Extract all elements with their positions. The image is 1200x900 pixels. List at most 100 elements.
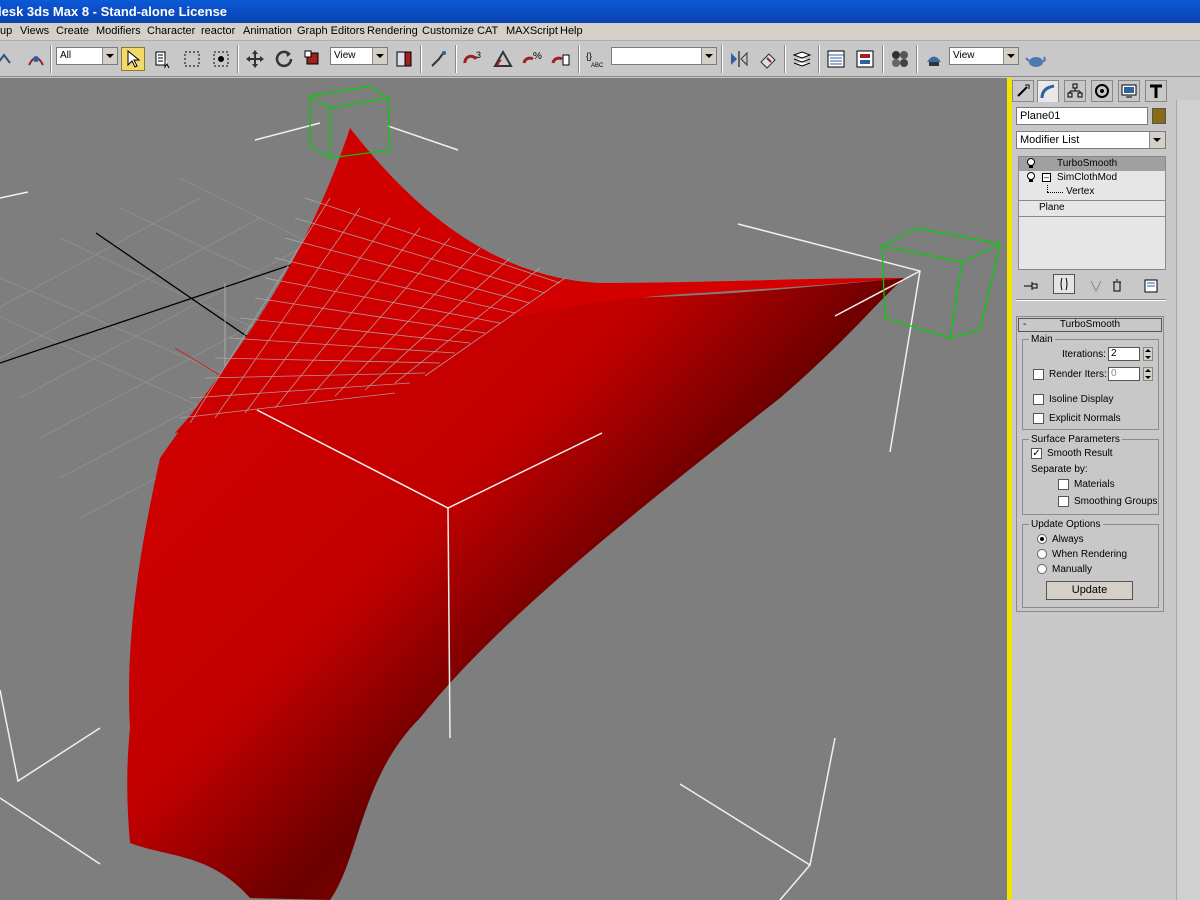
create-tab-icon[interactable] — [1012, 80, 1034, 102]
isoline-display-checkbox[interactable] — [1033, 394, 1044, 405]
menu-views[interactable]: Views — [20, 25, 49, 37]
svg-text:{}: {} — [586, 51, 592, 61]
show-end-result-icon[interactable] — [1053, 274, 1075, 294]
object-name-field[interactable]: Plane01 — [1016, 107, 1148, 125]
select-by-name-button[interactable] — [151, 47, 175, 71]
configure-modifier-sets-icon[interactable] — [1140, 276, 1162, 296]
render-type-dropdown[interactable]: View — [949, 47, 1019, 65]
render-iters-input[interactable]: 0 — [1108, 367, 1140, 381]
chevron-down-icon — [1003, 48, 1018, 64]
snaps-toggle-icon[interactable]: 3 — [461, 47, 485, 71]
manually-radio[interactable] — [1037, 564, 1047, 574]
unlink-icon[interactable] — [0, 47, 16, 71]
render-type-value: View — [953, 50, 975, 61]
render-iters-spinner-arrows[interactable] — [1143, 367, 1153, 381]
iterations-spinner-arrows[interactable] — [1143, 347, 1153, 361]
iterations-value: 2 — [1111, 348, 1117, 359]
modifier-list-label: Modifier List — [1020, 134, 1080, 146]
modify-tab-icon[interactable] — [1037, 80, 1059, 102]
menu-cat[interactable]: CAT — [477, 25, 498, 37]
angle-snap-icon[interactable] — [491, 47, 515, 71]
materials-checkbox[interactable] — [1058, 479, 1069, 490]
perspective-viewport[interactable] — [0, 78, 1007, 900]
object-name-value: Plane01 — [1020, 110, 1061, 122]
menu-character[interactable]: Character — [147, 25, 195, 37]
menu-help[interactable]: Help — [560, 25, 583, 37]
always-label: Always — [1052, 534, 1084, 545]
chevron-down-icon — [701, 48, 716, 64]
always-radio[interactable] — [1037, 534, 1047, 544]
stack-item-simclothmod[interactable]: – SimClothMod — [1019, 171, 1165, 185]
cloth-mesh[interactable] — [127, 128, 905, 900]
select-object-button[interactable] — [121, 47, 145, 71]
quick-render-teapot-icon[interactable] — [1024, 47, 1048, 71]
curve-editor-icon[interactable] — [824, 47, 848, 71]
update-options-label: Update Options — [1029, 519, 1103, 530]
select-and-rotate-icon[interactable] — [272, 47, 296, 71]
reference-coordinate-dropdown[interactable]: View — [330, 47, 388, 65]
schematic-view-icon[interactable] — [853, 47, 877, 71]
selection-filter-dropdown[interactable]: All — [56, 47, 118, 65]
menu-bar: up Views Create Modifiers Character reac… — [0, 23, 1200, 41]
menu-group[interactable]: up — [0, 25, 12, 37]
stack-item-turbosmooth[interactable]: TurboSmooth — [1019, 157, 1165, 171]
selection-box-right — [881, 227, 1001, 339]
render-iters-checkbox[interactable] — [1033, 369, 1044, 380]
percent-snap-icon[interactable]: % — [520, 47, 544, 71]
menu-reactor[interactable]: reactor — [201, 25, 235, 37]
menu-create[interactable]: Create — [56, 25, 89, 37]
stack-item-vertex[interactable]: Vertex — [1019, 185, 1165, 199]
layer-manager-icon[interactable] — [790, 47, 814, 71]
display-tab-icon[interactable] — [1118, 80, 1140, 102]
manually-label: Manually — [1052, 564, 1093, 575]
smooth-result-label: Smooth Result — [1047, 448, 1113, 459]
spinner-snap-icon[interactable] — [549, 47, 573, 71]
stack-item-label: Vertex — [1066, 186, 1095, 197]
svg-text:ABC: ABC — [591, 63, 604, 69]
make-unique-icon[interactable] — [1085, 276, 1107, 296]
rectangular-selection-icon[interactable] — [180, 47, 204, 71]
select-and-manipulate-icon[interactable] — [427, 47, 451, 71]
menu-animation[interactable]: Animation — [243, 25, 292, 37]
update-button[interactable]: Update — [1046, 581, 1133, 600]
smooth-result-checkbox[interactable]: ✓ — [1031, 448, 1042, 459]
when-rendering-radio[interactable] — [1037, 549, 1047, 559]
select-and-move-icon[interactable] — [243, 47, 267, 71]
stack-item-label: TurboSmooth — [1057, 158, 1118, 169]
svg-text:3: 3 — [476, 50, 481, 60]
explicit-normals-checkbox[interactable] — [1033, 413, 1044, 424]
command-panel-scrollbar[interactable] — [1176, 100, 1200, 900]
utilities-tab-icon[interactable] — [1145, 80, 1167, 102]
modifier-list-dropdown[interactable]: Modifier List — [1016, 131, 1166, 149]
named-selection-dropdown[interactable] — [611, 47, 717, 65]
motion-tab-icon[interactable] — [1091, 80, 1113, 102]
bind-to-space-warp-icon[interactable] — [24, 47, 48, 71]
window-title: lesk 3ds Max 8 - Stand-alone License — [0, 4, 228, 19]
object-color-swatch[interactable] — [1152, 108, 1166, 124]
menu-maxscript[interactable]: MAXScript — [506, 25, 558, 37]
iterations-label: Iterations: — [1062, 349, 1106, 360]
svg-text:%: % — [533, 51, 542, 62]
material-editor-icon[interactable] — [888, 47, 912, 71]
collapse-minus-icon[interactable]: – — [1042, 173, 1051, 182]
pivot-center-icon[interactable] — [392, 47, 416, 71]
smoothing-groups-checkbox[interactable] — [1058, 496, 1069, 507]
select-and-scale-icon[interactable] — [301, 47, 325, 71]
remove-modifier-icon[interactable] — [1106, 276, 1128, 296]
mirror-icon[interactable] — [727, 47, 751, 71]
stack-item-plane[interactable]: Plane — [1019, 201, 1165, 215]
render-scene-icon[interactable] — [922, 47, 946, 71]
edit-named-selection-icon[interactable]: {} ABC — [584, 47, 608, 71]
menu-modifiers[interactable]: Modifiers — [96, 25, 141, 37]
iterations-input[interactable]: 2 — [1108, 347, 1140, 361]
window-crossing-icon[interactable] — [209, 47, 233, 71]
turbosmooth-rollout-header[interactable]: - TurboSmooth — [1018, 318, 1162, 332]
menu-customize[interactable]: Customize — [422, 25, 474, 37]
hierarchy-tab-icon[interactable] — [1064, 80, 1086, 102]
pin-stack-icon[interactable] — [1020, 276, 1042, 296]
modifier-stack[interactable]: TurboSmooth – SimClothMod Vertex Plane — [1018, 156, 1166, 270]
surface-parameters-label: Surface Parameters — [1029, 434, 1122, 445]
menu-graph-editors[interactable]: Graph Editors — [297, 25, 365, 37]
align-icon[interactable] — [756, 47, 780, 71]
menu-rendering[interactable]: Rendering — [367, 25, 418, 37]
